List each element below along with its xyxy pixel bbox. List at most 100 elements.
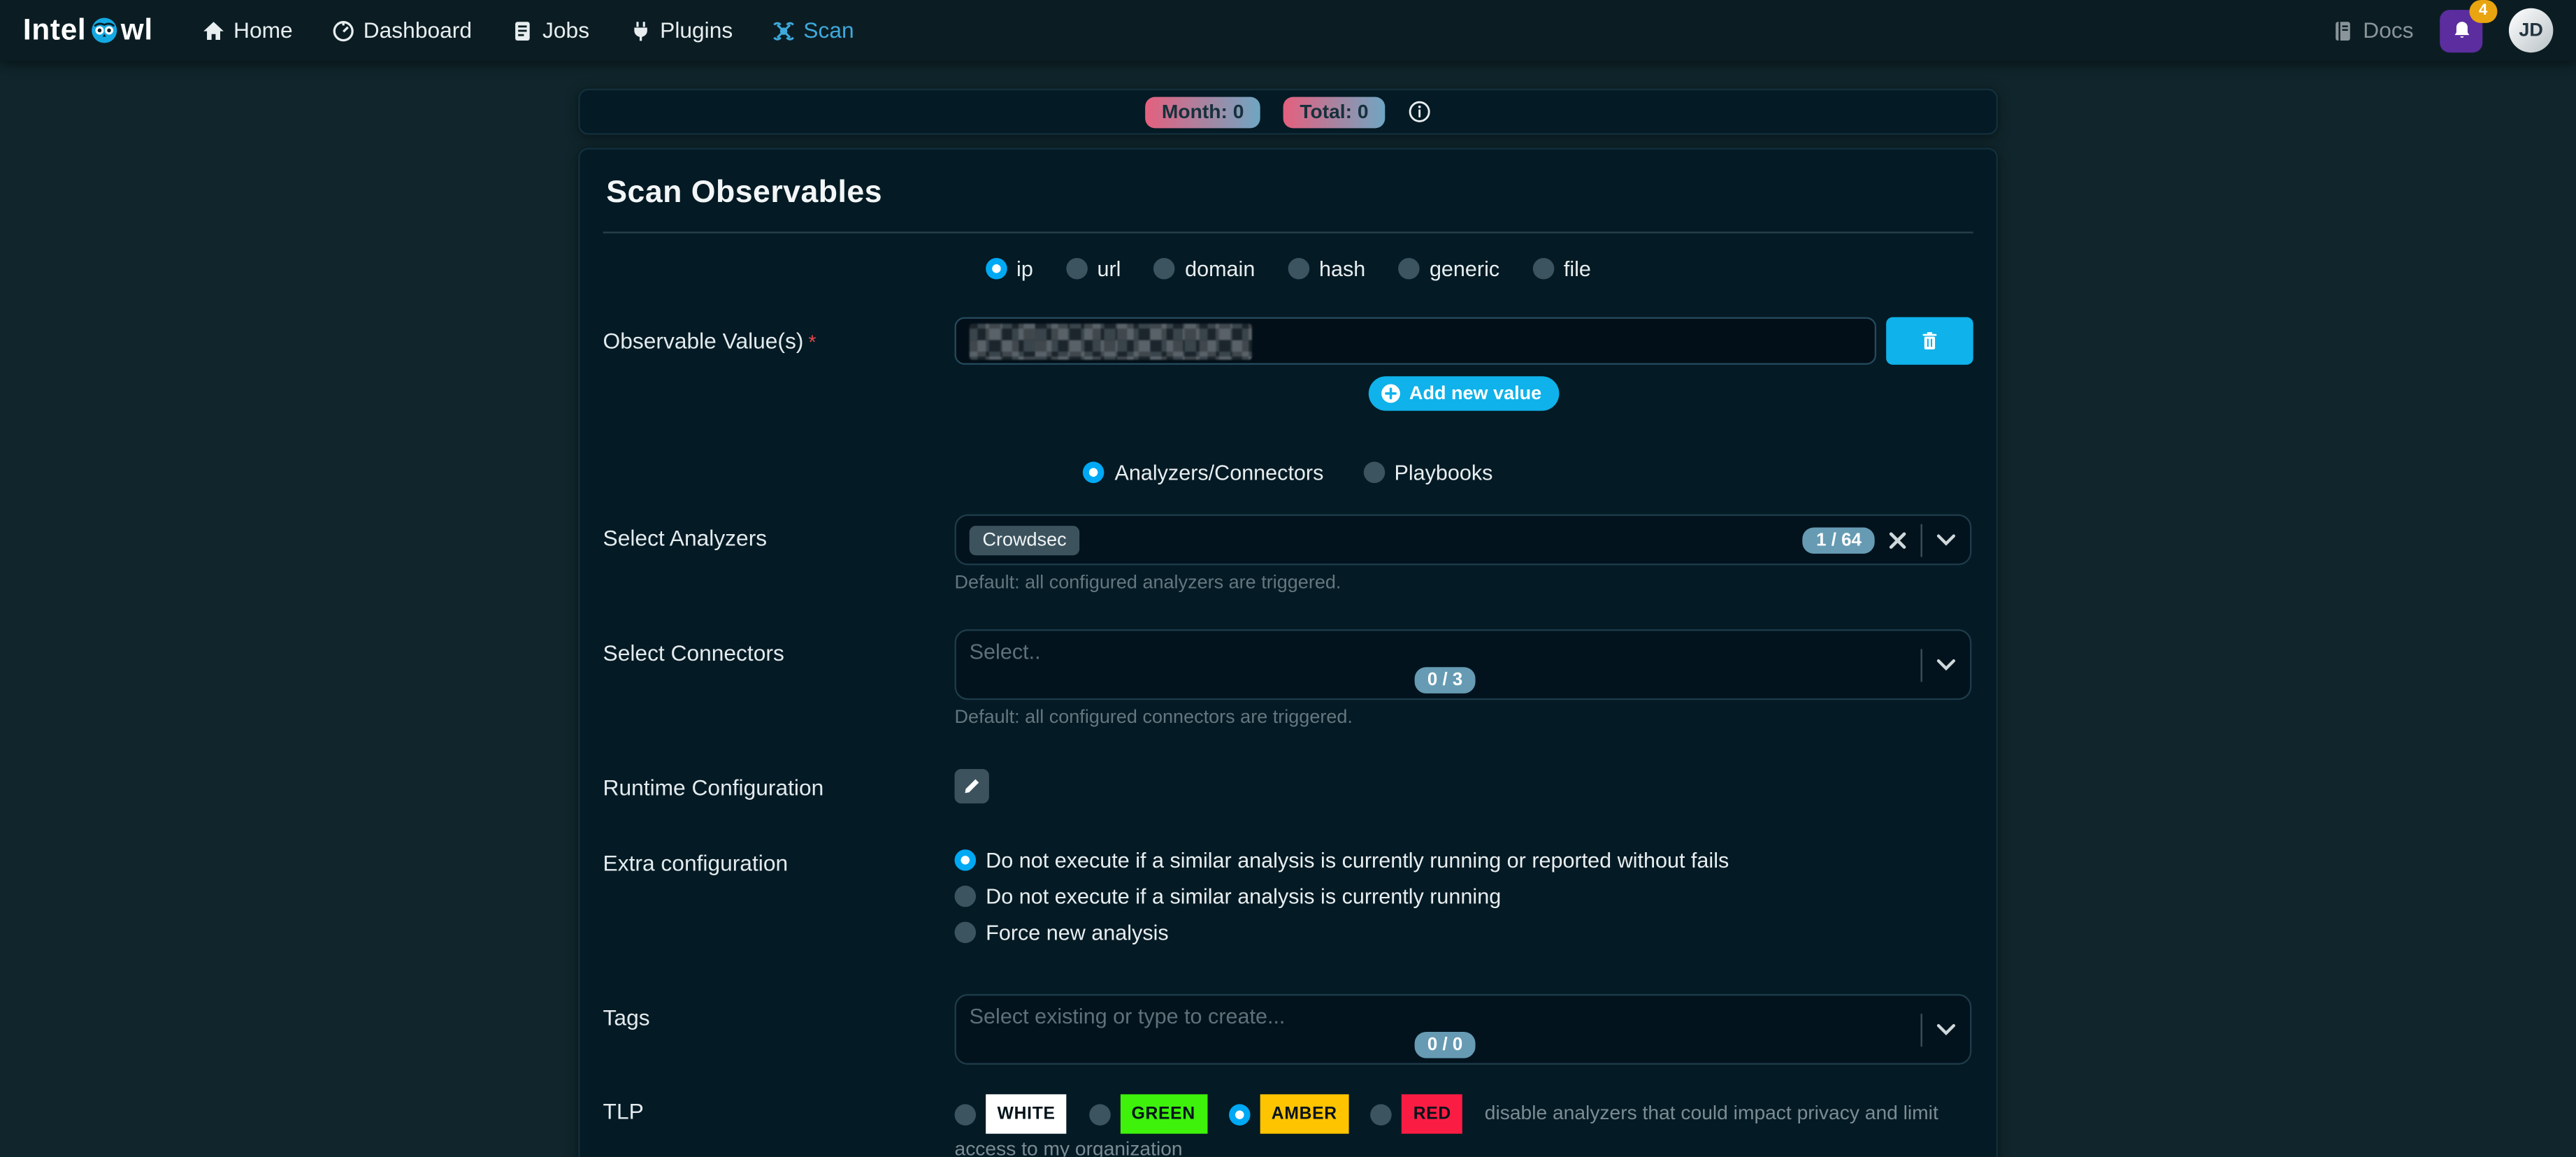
runtime-configuration-row: Runtime Configuration [603, 764, 1973, 803]
home-icon [202, 19, 225, 42]
observable-value-input[interactable] [955, 317, 1877, 365]
chevron-down-icon[interactable] [1936, 532, 1957, 547]
jobs-icon [511, 19, 534, 42]
extra-option-no-repeat-or-failed[interactable]: Do not execute if a similar analysis is … [955, 848, 1973, 872]
tags-row: Tags Select existing or type to create..… [603, 994, 1973, 1065]
radio[interactable] [1371, 1103, 1393, 1125]
add-new-value-button[interactable]: Add new value [1368, 376, 1560, 410]
radio-selected[interactable] [985, 258, 1007, 280]
radio-selected[interactable] [1084, 461, 1105, 483]
edit-runtime-config-button[interactable] [955, 769, 989, 803]
tlp-amber-badge: AMBER [1260, 1094, 1348, 1133]
radio[interactable] [1532, 258, 1554, 280]
clear-selection-icon[interactable] [1887, 530, 1907, 549]
redacted-observable-value [970, 323, 1252, 359]
select-separator [1921, 648, 1922, 681]
nav-item-label: Jobs [542, 18, 589, 43]
radio[interactable] [1153, 258, 1175, 280]
nav-item-label: Scan [803, 18, 854, 43]
radio[interactable] [1363, 461, 1385, 483]
brand-logo[interactable]: Intel wl [23, 13, 153, 48]
observable-type-file[interactable]: file [1532, 257, 1591, 281]
extra-option-no-repeat[interactable]: Do not execute if a similar analysis is … [955, 884, 1973, 908]
observable-type-radio-group: ip url domain hash generic file [603, 257, 1973, 281]
observable-type-ip[interactable]: ip [985, 257, 1032, 281]
extra-configuration-row: Extra configuration Do not execute if a … [603, 840, 1973, 944]
tlp-white-badge: WHITE [986, 1094, 1067, 1133]
observable-type-domain[interactable]: domain [1153, 257, 1255, 281]
tlp-radio-group: WHITE GREEN AMBER RED disable analyzers … [955, 1088, 1973, 1157]
tlp-red-badge: RED [1402, 1094, 1462, 1133]
docs-link[interactable]: Docs [2332, 18, 2414, 43]
plugins-icon [629, 19, 652, 42]
connectors-count-badge: 0 / 3 [1414, 667, 1476, 694]
scan-observables-card: Scan Observables ip url domain hash gene… [578, 148, 1998, 1157]
connectors-helper-text: Default: all configured connectors are t… [955, 708, 1973, 728]
notifications-button[interactable]: 4 [2440, 9, 2482, 52]
observable-type-generic[interactable]: generic [1398, 257, 1499, 281]
select-analyzers-label: Select Analyzers [603, 515, 955, 551]
analyzers-helper-text: Default: all configured analyzers are tr… [955, 573, 1973, 593]
chevron-down-icon[interactable] [1936, 657, 1957, 672]
info-icon[interactable] [1408, 100, 1431, 123]
analyzers-multiselect[interactable]: Crowdsec 1 / 64 [955, 515, 1972, 566]
nav-item-home[interactable]: Home [202, 18, 292, 43]
radio[interactable] [1398, 258, 1420, 280]
nav-item-label: Dashboard [364, 18, 472, 43]
select-separator [1921, 524, 1922, 556]
radio[interactable] [955, 922, 977, 944]
total-quota-badge: Total: 0 [1283, 96, 1385, 127]
observable-type-url[interactable]: url [1066, 257, 1121, 281]
select-connectors-label: Select Connectors [603, 629, 955, 666]
docs-label: Docs [2363, 18, 2413, 43]
brand-text-prefix: Intel [23, 13, 87, 48]
nav-item-dashboard[interactable]: Dashboard [332, 18, 472, 43]
remove-value-button[interactable] [1886, 317, 1973, 365]
radio[interactable] [1088, 1103, 1110, 1125]
mode-playbooks[interactable]: Playbooks [1363, 460, 1493, 484]
connectors-multiselect[interactable]: Select.. 0 / 3 [955, 629, 1972, 700]
extra-option-force-new[interactable]: Force new analysis [955, 920, 1973, 944]
tlp-option-red[interactable]: RED [1371, 1094, 1463, 1133]
user-avatar[interactable]: JD [2509, 8, 2553, 52]
tlp-label: TLP [603, 1088, 955, 1124]
select-analyzers-row: Select Analyzers Crowdsec 1 / 64 Default… [603, 515, 1973, 594]
tlp-option-white[interactable]: WHITE [955, 1094, 1067, 1133]
runtime-configuration-label: Runtime Configuration [603, 764, 955, 800]
docs-icon [2332, 19, 2355, 42]
mode-radio-group: Analyzers/Connectors Playbooks [603, 460, 1973, 484]
observable-type-hash[interactable]: hash [1288, 257, 1365, 281]
nav-item-plugins[interactable]: Plugins [629, 18, 733, 43]
page-title: Scan Observables [603, 173, 1973, 232]
observable-value-label: Observable Value(s)* [603, 317, 955, 354]
tags-multiselect[interactable]: Select existing or type to create... 0 /… [955, 994, 1972, 1065]
quota-bar: Month: 0 Total: 0 [578, 89, 1998, 135]
chevron-down-icon[interactable] [1936, 1022, 1957, 1037]
mode-analyzers-connectors[interactable]: Analyzers/Connectors [1084, 460, 1324, 484]
tlp-green-badge: GREEN [1120, 1094, 1207, 1133]
pencil-icon [963, 777, 981, 796]
nav-item-scan[interactable]: Scan [772, 18, 854, 43]
radio[interactable] [955, 1103, 977, 1125]
radio-selected[interactable] [955, 849, 977, 871]
dashboard-icon [332, 19, 355, 42]
radio[interactable] [1288, 258, 1309, 280]
trash-icon [1919, 330, 1941, 352]
extra-configuration-label: Extra configuration [603, 840, 955, 876]
analyzer-chip[interactable]: Crowdsec [970, 525, 1080, 554]
navbar: Intel wl Home Dashboard Jobs [0, 0, 2576, 61]
title-divider [603, 231, 1973, 233]
tlp-option-amber[interactable]: AMBER [1229, 1094, 1349, 1133]
owl-logo-icon [89, 17, 117, 45]
app-window: Intel wl Home Dashboard Jobs [0, 0, 2576, 1157]
radio[interactable] [1066, 258, 1088, 280]
tlp-row: TLP WHITE GREEN AMBER RED disable analyz… [603, 1088, 1973, 1157]
tlp-option-green[interactable]: GREEN [1088, 1094, 1207, 1133]
nav-item-jobs[interactable]: Jobs [511, 18, 589, 43]
radio[interactable] [955, 886, 977, 907]
observable-value-row: Observable Value(s)* Add new value [603, 317, 1973, 411]
nav-item-label: Home [233, 18, 293, 43]
radio-selected[interactable] [1229, 1103, 1251, 1125]
plus-circle-icon [1380, 383, 1402, 405]
navbar-right: Docs 4 JD [2332, 8, 2554, 52]
